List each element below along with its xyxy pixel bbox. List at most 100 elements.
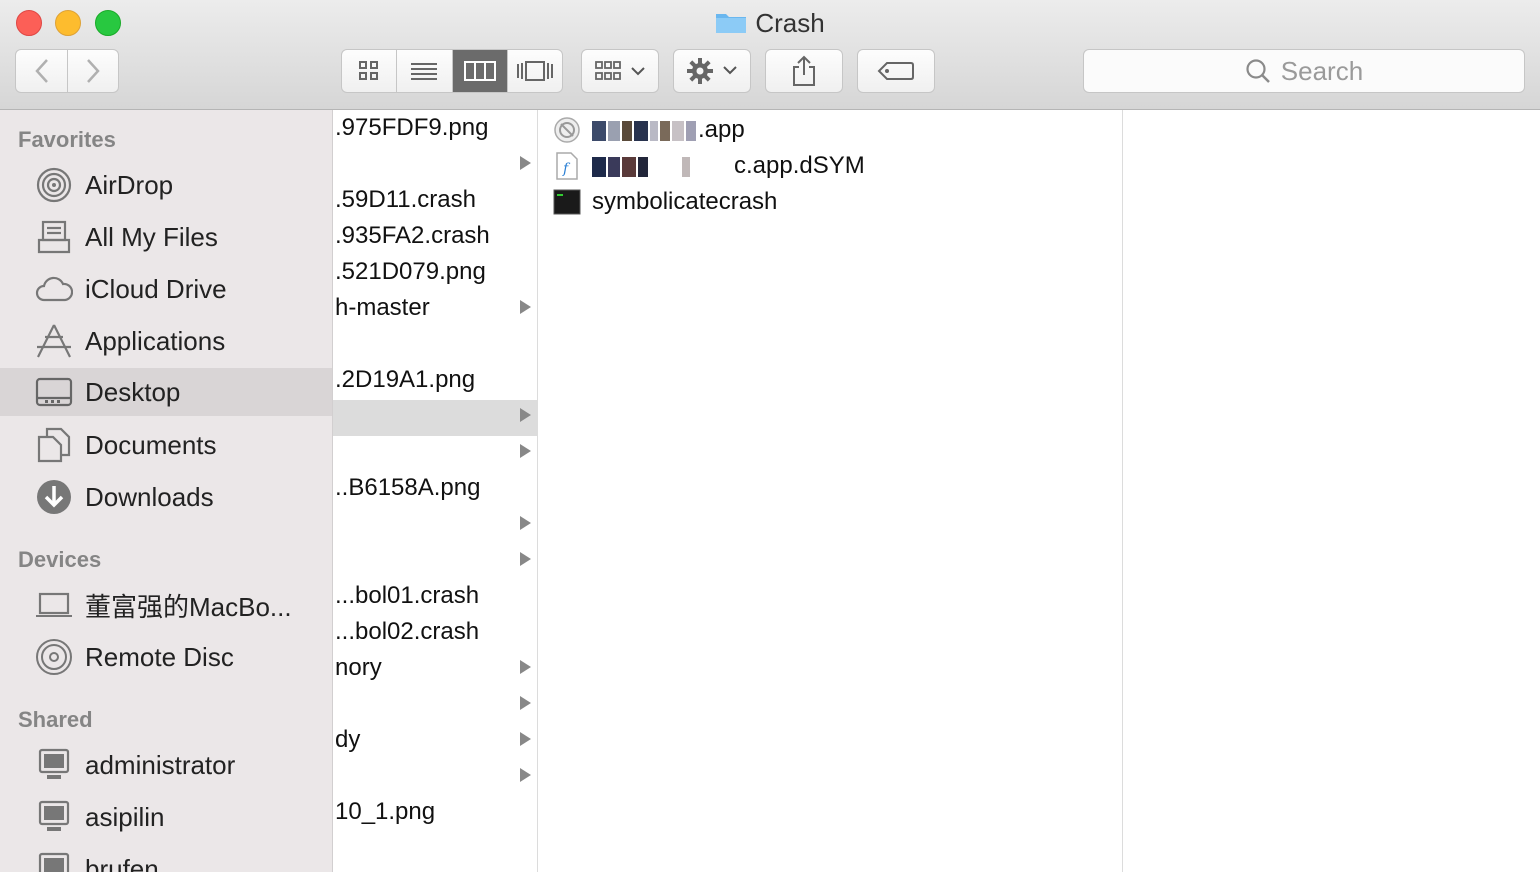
disclosure-arrow-icon	[520, 768, 531, 782]
file-name: .59D11.crash	[335, 186, 476, 213]
file-name: .app	[698, 116, 745, 143]
list-item[interactable]	[333, 544, 537, 580]
crash-folder-column: .app f c.app.dSYM symbolicatecrash	[538, 110, 1123, 872]
file-name: 10_1.png	[335, 798, 436, 825]
back-button[interactable]	[15, 49, 68, 93]
search-placeholder: Search	[1280, 55, 1364, 86]
list-view-button[interactable]	[397, 50, 453, 92]
finder-window: Crash Search Favorites AirDrop All My Fi…	[0, 0, 1540, 872]
sidebar-item-label: brufen	[85, 853, 159, 872]
file-name: h-master	[335, 294, 430, 321]
list-item[interactable]: f c.app.dSYM	[538, 148, 1122, 184]
tags-button[interactable]	[857, 49, 935, 93]
list-item[interactable]: ...bol01.crash	[333, 580, 537, 616]
file-name: ...bol02.crash	[335, 618, 480, 645]
chevron-left-icon	[34, 59, 48, 83]
sidebar-item-downloads[interactable]: Downloads	[0, 474, 332, 520]
airdrop-icon	[35, 166, 73, 204]
list-item[interactable]: dy	[333, 724, 537, 760]
list-item[interactable]	[333, 328, 537, 364]
sidebar-item-macbook[interactable]: 董富强的MacBo...	[0, 582, 332, 628]
app-icon	[552, 115, 582, 145]
sidebar-item-label: administrator	[85, 749, 236, 780]
list-item[interactable]: 10_1.png	[333, 796, 537, 832]
window-title-text: Crash	[755, 8, 825, 38]
cover-flow-view-button[interactable]	[508, 50, 562, 92]
devices-header: Devices	[18, 547, 102, 572]
share-button[interactable]	[765, 49, 843, 93]
share-icon	[793, 55, 815, 86]
sidebar-item-label: iCloud Drive	[85, 273, 227, 304]
shared-header: Shared	[18, 707, 93, 732]
list-item[interactable]	[333, 436, 537, 472]
laptop-icon	[35, 586, 73, 624]
disclosure-arrow-icon	[520, 408, 531, 422]
file-name: .975FDF9.png	[335, 114, 489, 141]
sidebar-item-desktop[interactable]: Desktop	[0, 368, 332, 416]
cloud-icon	[35, 270, 73, 308]
list-item[interactable]: .app	[538, 112, 1122, 148]
arrange-grid-icon	[595, 61, 645, 80]
disclosure-arrow-icon	[520, 552, 531, 566]
sidebar-item-all-my-files[interactable]: All My Files	[0, 214, 332, 260]
columns-icon	[463, 61, 496, 81]
list-item[interactable]	[333, 400, 537, 436]
toolbar: Crash Search	[0, 0, 1540, 110]
disclosure-arrow-icon	[520, 300, 531, 314]
search-icon	[1246, 59, 1270, 83]
sidebar-item-documents[interactable]: Documents	[0, 422, 332, 468]
sidebar-item-label: All My Files	[85, 221, 218, 252]
computer-icon	[35, 850, 73, 872]
disclosure-arrow-icon	[520, 696, 531, 710]
terminal-exec-icon	[552, 187, 582, 217]
sidebar-item-label: Remote Disc	[85, 641, 234, 672]
sidebar-item-remote-disc[interactable]: Remote Disc	[0, 634, 332, 680]
sidebar-item-icloud-drive[interactable]: iCloud Drive	[0, 266, 332, 312]
sidebar-item-applications[interactable]: Applications	[0, 318, 332, 364]
window-title: Crash	[0, 6, 1540, 40]
list-item[interactable]: ...bol02.crash	[333, 616, 537, 652]
search-field[interactable]: Search	[1083, 49, 1525, 93]
sidebar-item-label: 董富强的MacBo...	[85, 591, 292, 622]
downloads-icon	[35, 478, 73, 516]
file-name: dy	[335, 726, 361, 753]
list-item[interactable]	[333, 508, 537, 544]
sidebar-item-brufen[interactable]: brufen	[0, 846, 332, 872]
icon-view-button[interactable]	[342, 50, 398, 92]
cover-flow-icon	[516, 61, 553, 81]
list-item[interactable]: .975FDF9.png	[333, 112, 537, 148]
gear-icon	[687, 58, 737, 84]
list-item[interactable]: nory	[333, 652, 537, 688]
list-item[interactable]: .59D11.crash	[333, 184, 537, 220]
file-name: .935FA2.crash	[335, 222, 490, 249]
list-item[interactable]	[333, 148, 537, 184]
computer-icon	[35, 746, 73, 784]
sidebar-item-asipilin[interactable]: asipilin	[0, 794, 332, 840]
sidebar-item-label: Downloads	[85, 481, 214, 512]
column-view-button[interactable]	[452, 50, 508, 92]
list-item[interactable]: .2D19A1.png	[333, 364, 537, 400]
disclosure-arrow-icon	[520, 444, 531, 458]
forward-button[interactable]	[67, 49, 119, 93]
sidebar-item-administrator[interactable]: administrator	[0, 742, 332, 788]
disclosure-arrow-icon	[520, 660, 531, 674]
sidebar-item-airdrop[interactable]: AirDrop	[0, 162, 332, 208]
list-item[interactable]: ..B6158A.png	[333, 472, 537, 508]
arrange-button[interactable]	[581, 49, 659, 93]
desktop-icon	[35, 373, 73, 411]
list-item[interactable]: .935FA2.crash	[333, 220, 537, 256]
desktop-column: .975FDF9.png .59D11.crash .935FA2.crash .52…	[333, 110, 538, 872]
favorites-header: Favorites	[18, 127, 116, 152]
disclosure-arrow-icon	[520, 156, 531, 170]
list-item[interactable]: h-master	[333, 292, 537, 328]
file-name: ..B6158A.png	[335, 474, 481, 501]
list-item[interactable]	[333, 688, 537, 724]
action-button[interactable]	[673, 49, 751, 93]
list-item[interactable]: .521D079.png	[333, 256, 537, 292]
documents-icon	[35, 426, 73, 464]
list-icon	[411, 63, 438, 80]
list-item[interactable]	[333, 760, 537, 796]
tag-icon	[877, 62, 914, 80]
computer-icon	[35, 798, 73, 836]
list-item[interactable]: symbolicatecrash	[538, 184, 1122, 220]
